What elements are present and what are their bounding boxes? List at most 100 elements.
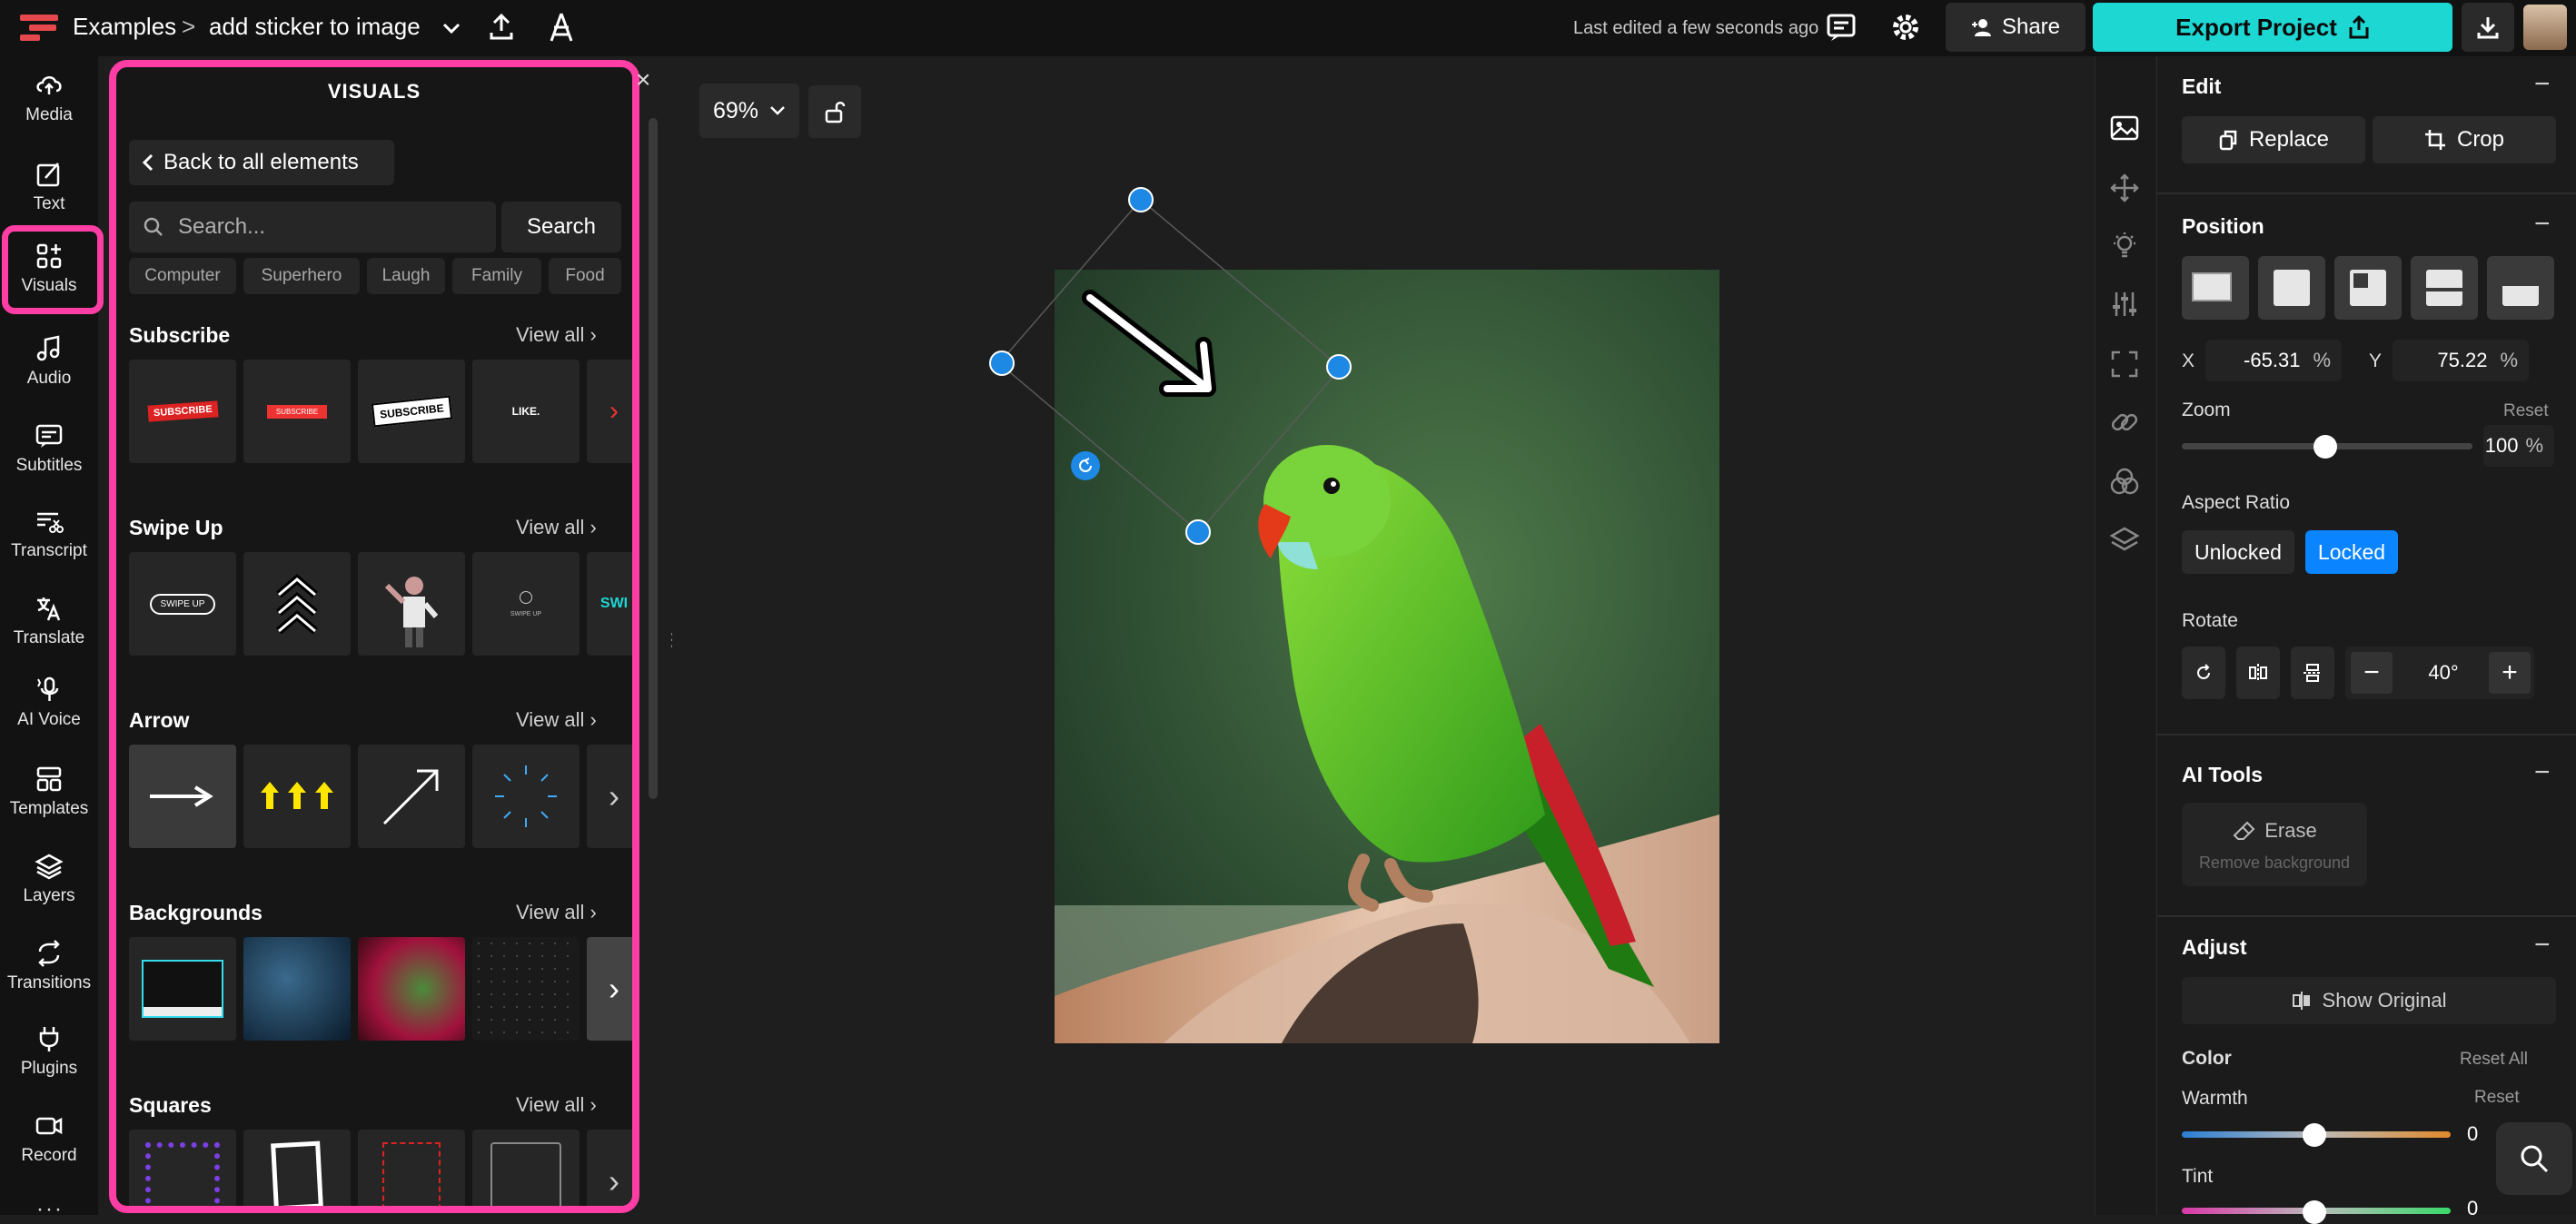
export-project-button[interactable]: Export Project — [2093, 3, 2452, 52]
rail-item-layers[interactable]: Layers — [0, 852, 98, 906]
rail-item-text[interactable]: Text — [0, 160, 98, 214]
warmth-slider-knob[interactable] — [2303, 1123, 2326, 1147]
canvas-lock-button[interactable] — [808, 85, 861, 138]
chevron-down-icon[interactable] — [441, 22, 461, 36]
collapse-adjust-icon[interactable]: − — [2534, 930, 2551, 961]
scroll-right-arrow[interactable]: › — [587, 1130, 632, 1206]
zoom-slider-knob[interactable] — [2313, 435, 2337, 459]
position-preset-fit[interactable] — [2258, 256, 2325, 320]
rotate-increment-button[interactable]: + — [2489, 652, 2531, 694]
warmth-value[interactable]: 0 — [2467, 1122, 2478, 1146]
view-all-link[interactable]: View all › — [516, 323, 597, 347]
show-original-button[interactable]: Show Original — [2182, 977, 2556, 1024]
link-chain-icon[interactable] — [2109, 407, 2140, 438]
app-logo-icon[interactable] — [20, 13, 58, 44]
search-input[interactable] — [176, 213, 471, 241]
resize-handle-bottom[interactable] — [1185, 519, 1211, 545]
zoom-dropdown[interactable]: 69% — [699, 84, 799, 138]
adjust-sliders-icon[interactable] — [2109, 289, 2140, 320]
sticker-thumbnail[interactable]: LIKE. — [472, 360, 580, 463]
x-position-input[interactable]: -65.31% — [2205, 340, 2342, 381]
sticker-thumbnail[interactable]: SWIPE UP — [129, 552, 236, 656]
user-avatar[interactable] — [2523, 5, 2567, 50]
rail-item-audio[interactable]: Audio — [0, 334, 98, 389]
aspect-unlocked-button[interactable]: Unlocked — [2182, 530, 2294, 574]
scroll-right-arrow[interactable]: › — [587, 360, 632, 463]
background-thumbnail[interactable] — [129, 937, 236, 1041]
resize-handle-top[interactable] — [1128, 187, 1154, 212]
position-preset-top[interactable] — [2411, 256, 2478, 320]
search-help-button[interactable] — [2496, 1122, 2572, 1195]
square-thumbnail[interactable] — [129, 1130, 236, 1206]
view-all-link[interactable]: View all › — [516, 901, 597, 924]
settings-gear-icon[interactable] — [1891, 13, 1920, 42]
position-preset-fill[interactable] — [2182, 256, 2249, 320]
sticker-thumbnail[interactable]: SUBSCRIBE — [243, 360, 351, 463]
sticker-thumbnail[interactable] — [358, 745, 465, 848]
breadcrumb-folder[interactable]: Examples — [73, 13, 176, 41]
collapse-edit-icon[interactable]: − — [2534, 69, 2551, 100]
panel-scrollbar[interactable] — [649, 118, 658, 799]
square-thumbnail[interactable] — [243, 1130, 351, 1206]
sticker-thumbnail[interactable] — [358, 552, 465, 656]
rail-item-templates[interactable]: Templates — [0, 765, 98, 819]
flip-vertical-button[interactable] — [2291, 647, 2334, 699]
rail-item-ai-voice[interactable]: AI Voice — [0, 676, 98, 730]
rail-item-plugins[interactable]: Plugins — [0, 1024, 98, 1079]
rail-item-record[interactable]: Record — [0, 1111, 98, 1166]
position-preset-corner[interactable] — [2334, 256, 2402, 320]
move-icon[interactable] — [2109, 173, 2140, 203]
more-options-icon[interactable]: ··· — [36, 1197, 64, 1222]
image-edit-icon[interactable] — [2109, 113, 2140, 143]
position-preset-bottom[interactable] — [2487, 256, 2554, 320]
tint-slider-knob[interactable] — [2303, 1200, 2326, 1224]
color-reset-all-button[interactable]: Reset All — [2460, 1050, 2528, 1070]
scroll-right-arrow[interactable]: › — [587, 745, 632, 848]
zoom-reset-button[interactable]: Reset — [2503, 401, 2549, 421]
sticker-thumbnail[interactable]: SUBSCRIBE — [129, 360, 236, 463]
download-button[interactable] — [2462, 3, 2514, 52]
collapse-position-icon[interactable]: − — [2534, 209, 2551, 240]
tag-chip[interactable]: Superhero — [243, 258, 360, 294]
tint-value[interactable]: 0 — [2467, 1197, 2478, 1220]
rotate-reset-button[interactable] — [2182, 647, 2225, 699]
sticker-arrow-icon[interactable] — [1081, 289, 1235, 425]
flip-horizontal-button[interactable] — [2236, 647, 2280, 699]
rotate-value[interactable]: 40° — [2398, 661, 2489, 685]
square-thumbnail[interactable] — [358, 1130, 465, 1206]
tag-chip[interactable]: Computer — [129, 258, 236, 294]
tag-chip[interactable]: Family — [452, 258, 541, 294]
search-field[interactable] — [129, 202, 496, 252]
scroll-right-arrow[interactable]: › — [587, 937, 632, 1041]
square-thumbnail[interactable] — [472, 1130, 580, 1206]
background-thumbnail[interactable] — [243, 937, 351, 1041]
lightbulb-icon[interactable] — [2109, 231, 2140, 262]
sticker-thumbnail[interactable]: SWIPE UP — [472, 552, 580, 656]
layers-stack-icon[interactable] — [2109, 525, 2140, 556]
rail-item-transcript[interactable]: Transcript — [0, 507, 98, 561]
view-all-link[interactable]: View all › — [516, 516, 597, 539]
aspect-locked-button[interactable]: Locked — [2305, 530, 2398, 574]
rail-item-subtitles[interactable]: Subtitles — [0, 421, 98, 476]
view-all-link[interactable]: View all › — [516, 1093, 597, 1117]
ai-magic-icon[interactable] — [547, 11, 576, 44]
resize-handle-right[interactable] — [1326, 354, 1352, 380]
project-name[interactable]: add sticker to image — [209, 13, 421, 41]
zoom-value-input[interactable]: 100% — [2483, 425, 2554, 467]
back-to-all-elements-button[interactable]: Back to all elements — [129, 140, 394, 185]
replace-button[interactable]: Replace — [2182, 116, 2365, 163]
upload-icon[interactable] — [487, 13, 516, 42]
rail-item-media[interactable]: Media — [0, 71, 98, 125]
close-panel-icon[interactable]: × — [636, 65, 650, 94]
comments-icon[interactable] — [1826, 13, 1857, 42]
rail-item-transitions[interactable]: Transitions — [0, 939, 98, 993]
fullscreen-icon[interactable] — [2109, 349, 2140, 380]
view-all-link[interactable]: View all › — [516, 708, 597, 732]
background-thumbnail[interactable] — [472, 937, 580, 1041]
resize-handle-left[interactable] — [989, 350, 1015, 376]
rotate-handle[interactable] — [1071, 451, 1100, 480]
scroll-right-arrow[interactable]: SWI — [587, 552, 632, 656]
y-position-input[interactable]: 75.22% — [2393, 340, 2529, 381]
sticker-thumbnail-selected[interactable] — [129, 745, 236, 848]
rail-item-translate[interactable]: Translate — [0, 594, 98, 648]
